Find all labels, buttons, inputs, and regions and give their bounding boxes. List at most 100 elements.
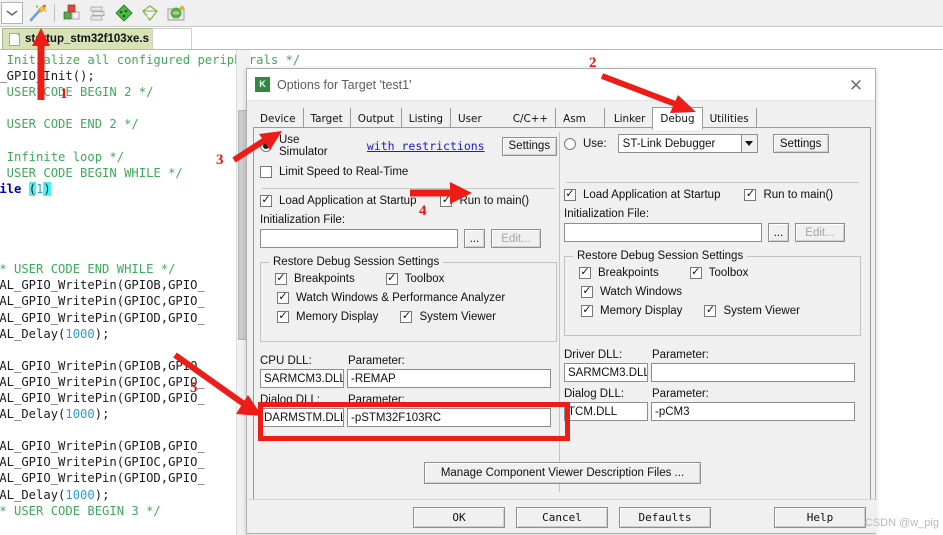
sim-watch-windows-checkbox[interactable]: [277, 292, 289, 304]
chevron-down-icon[interactable]: [740, 135, 757, 152]
simulator-column: Use Simulator with restrictions Settings…: [260, 134, 557, 427]
sim-restore-group: Restore Debug Session Settings Breakpoin…: [260, 256, 557, 342]
dbg-restore-row-2: Watch Windows: [581, 286, 860, 298]
sim-system-viewer-checkbox[interactable]: [400, 311, 413, 323]
editor-tab-strip: startup_stm32f103xe.s: [0, 27, 943, 50]
sim-init-file-row: ... Edit...: [260, 229, 557, 248]
use-simulator-row[interactable]: Use Simulator with restrictions Settings: [260, 134, 557, 158]
dbg-dialog-dll-label: Dialog DLL:: [564, 388, 625, 400]
dbg-system-viewer-label: System Viewer: [723, 305, 800, 317]
tab-cpp[interactable]: C/C++: [506, 108, 557, 129]
dbg-dialog-dll-param-input[interactable]: -pCM3: [651, 402, 855, 421]
ide-toolbar: [0, 0, 943, 27]
annotation-highlight-rect: [258, 402, 570, 441]
sim-memory-display-checkbox[interactable]: [277, 311, 289, 323]
watermark: CSDN @w_pig: [864, 517, 939, 529]
dbg-restore-group-title: Restore Debug Session Settings: [573, 250, 748, 262]
sim-init-file-input[interactable]: [260, 229, 458, 248]
use-simulator-radio[interactable]: [260, 140, 272, 152]
use-debugger-label: Use:: [583, 137, 607, 150]
debugger-select[interactable]: ST-Link Debugger: [617, 134, 758, 153]
keil-logo-icon: K: [255, 77, 270, 92]
dbg-load-app-label: Load Application at Startup: [583, 189, 721, 201]
tab-utilities[interactable]: Utilities: [703, 108, 757, 129]
defaults-button[interactable]: Defaults: [619, 507, 711, 528]
dbg-watch-windows-checkbox[interactable]: [581, 286, 593, 298]
tab-user[interactable]: User: [451, 108, 506, 129]
debugger-settings-button[interactable]: Settings: [772, 134, 829, 153]
cpu-dll-input[interactable]: SARMCM3.DLL: [260, 369, 344, 388]
tab-output[interactable]: Output: [351, 108, 402, 129]
tab-debug[interactable]: Debug: [652, 107, 703, 130]
dbg-watch-windows-label: Watch Windows: [600, 286, 683, 298]
editor-tab-startup-file[interactable]: startup_stm32f103xe.s: [2, 28, 163, 49]
green-diamond-icon[interactable]: [112, 2, 136, 24]
dbg-breakpoints-checkbox[interactable]: [579, 267, 591, 279]
sim-run-to-main-label: Run to main(): [459, 195, 530, 207]
cpu-dll-input-row: SARMCM3.DLL -REMAP: [260, 369, 557, 388]
debugger-select-value: ST-Link Debugger: [622, 137, 716, 150]
tab-target[interactable]: Target: [304, 108, 351, 129]
limit-speed-checkbox[interactable]: [260, 166, 272, 178]
close-icon[interactable]: ✕: [845, 74, 867, 96]
white-diamond-icon[interactable]: [138, 2, 162, 24]
sim-restore-row-2: Watch Windows & Performance Analyzer: [277, 292, 556, 304]
dbg-init-file-row: ... Edit...: [564, 223, 861, 242]
manage-component-viewer-button[interactable]: Manage Component Viewer Description File…: [424, 462, 701, 484]
config-wizard-wand-icon[interactable]: [25, 2, 49, 24]
limit-speed-row[interactable]: Limit Speed to Real-Time: [260, 166, 557, 178]
dbg-run-to-main-checkbox[interactable]: [744, 189, 757, 201]
sim-init-browse-button[interactable]: ...: [464, 229, 485, 248]
sim-restore-group-title: Restore Debug Session Settings: [269, 256, 444, 268]
dropdown-chevron-icon[interactable]: [1, 2, 23, 24]
driver-dll-input[interactable]: SARMCM3.DLL: [564, 363, 648, 382]
sim-watch-windows-label: Watch Windows & Performance Analyzer: [296, 292, 506, 304]
use-debugger-row[interactable]: Use: ST-Link Debugger Settings: [564, 134, 861, 153]
dbg-system-viewer-checkbox[interactable]: [704, 305, 717, 317]
debugger-startup-row: Load Application at Startup Run to main(…: [564, 189, 861, 201]
simulator-divider: [262, 188, 555, 189]
sim-run-to-main-checkbox[interactable]: [440, 195, 453, 207]
cancel-button[interactable]: Cancel: [516, 507, 608, 528]
tab-asm[interactable]: Asm: [556, 108, 604, 129]
editor-tab-blank: [152, 28, 192, 49]
package-installer-icon[interactable]: [164, 2, 188, 24]
dbg-init-file-input[interactable]: [564, 223, 762, 242]
tab-listing[interactable]: Listing: [402, 108, 452, 129]
annotation-number-2: 2: [589, 55, 597, 71]
dbg-restore-row-3: Memory Display System Viewer: [581, 305, 860, 317]
sim-load-app-checkbox[interactable]: [260, 195, 272, 207]
help-button[interactable]: Help: [774, 507, 866, 528]
debugger-column: Use: ST-Link Debugger Settings Load Appl…: [564, 134, 861, 421]
target-options-icon[interactable]: [60, 2, 84, 24]
dbg-memory-display-checkbox[interactable]: [581, 305, 593, 317]
driver-dll-label: Driver DLL:: [564, 349, 623, 361]
sim-restore-row-3: Memory Display System Viewer: [277, 311, 556, 323]
dbg-load-app-checkbox[interactable]: [564, 189, 576, 201]
editor-tab-label: startup_stm32f103xe.s: [25, 33, 150, 45]
dbg-dialog-dll-label-row: Dialog DLL: Parameter:: [564, 388, 861, 400]
with-restrictions-link[interactable]: with restrictions: [367, 139, 485, 153]
dbg-init-browse-button[interactable]: ...: [768, 223, 789, 242]
batch-build-icon[interactable]: [86, 2, 110, 24]
dbg-dialog-dll-param-label: Parameter:: [652, 388, 709, 400]
simulator-settings-button[interactable]: Settings: [501, 136, 557, 156]
tab-device[interactable]: Device: [253, 108, 304, 129]
cpu-dll-label-row: CPU DLL: Parameter:: [260, 355, 557, 367]
debugger-divider: [566, 182, 859, 183]
driver-dll-param-input[interactable]: [651, 363, 855, 382]
sim-init-edit-button[interactable]: Edit...: [491, 229, 541, 248]
cpu-dll-param-input[interactable]: -REMAP: [347, 369, 551, 388]
sim-breakpoints-checkbox[interactable]: [275, 273, 287, 285]
sim-load-app-label: Load Application at Startup: [279, 195, 417, 207]
dbg-init-edit-button[interactable]: Edit...: [795, 223, 845, 242]
dialog-footer: OK Cancel Defaults Help: [247, 499, 877, 533]
dbg-toolbox-checkbox[interactable]: [689, 267, 702, 279]
tab-linker[interactable]: Linker: [603, 108, 653, 129]
dbg-dialog-dll-input[interactable]: TCM.DLL: [564, 402, 648, 421]
sim-toolbox-checkbox[interactable]: [385, 273, 398, 285]
options-dialog: K Options for Target 'test1' ✕ Device Ta…: [246, 68, 877, 534]
use-debugger-radio[interactable]: [564, 137, 576, 150]
dbg-dialog-dll-input-row: TCM.DLL -pCM3: [564, 402, 861, 421]
ok-button[interactable]: OK: [413, 507, 505, 528]
